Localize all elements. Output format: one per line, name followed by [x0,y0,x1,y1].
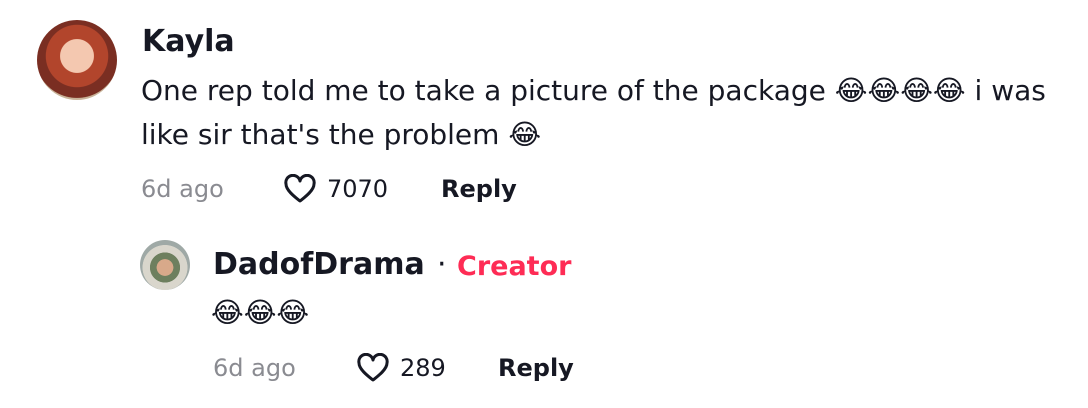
heart-outline-icon [357,353,389,382]
reply-timestamp: 6d ago [213,354,296,382]
reply-button[interactable]: Reply [498,352,574,384]
like-button[interactable]: 289 [356,352,446,384]
reply-button[interactable]: Reply [441,173,517,205]
comment-username[interactable]: Kayla [142,22,235,62]
reply-username[interactable]: DadofDrama [213,245,425,285]
separator-dot: · [437,247,447,282]
reply-text: 😂😂😂 [211,296,310,329]
comment-text: One rep told me to take a picture of the… [141,74,1055,151]
heart-outline-icon [284,174,316,203]
comment-timestamp: 6d ago [141,175,224,203]
like-count: 7070 [327,175,389,203]
avatar[interactable] [37,20,117,100]
like-button[interactable]: 7070 [283,173,388,205]
avatar[interactable] [140,240,190,290]
creator-badge: Creator [457,251,572,282]
like-count: 289 [400,354,446,382]
